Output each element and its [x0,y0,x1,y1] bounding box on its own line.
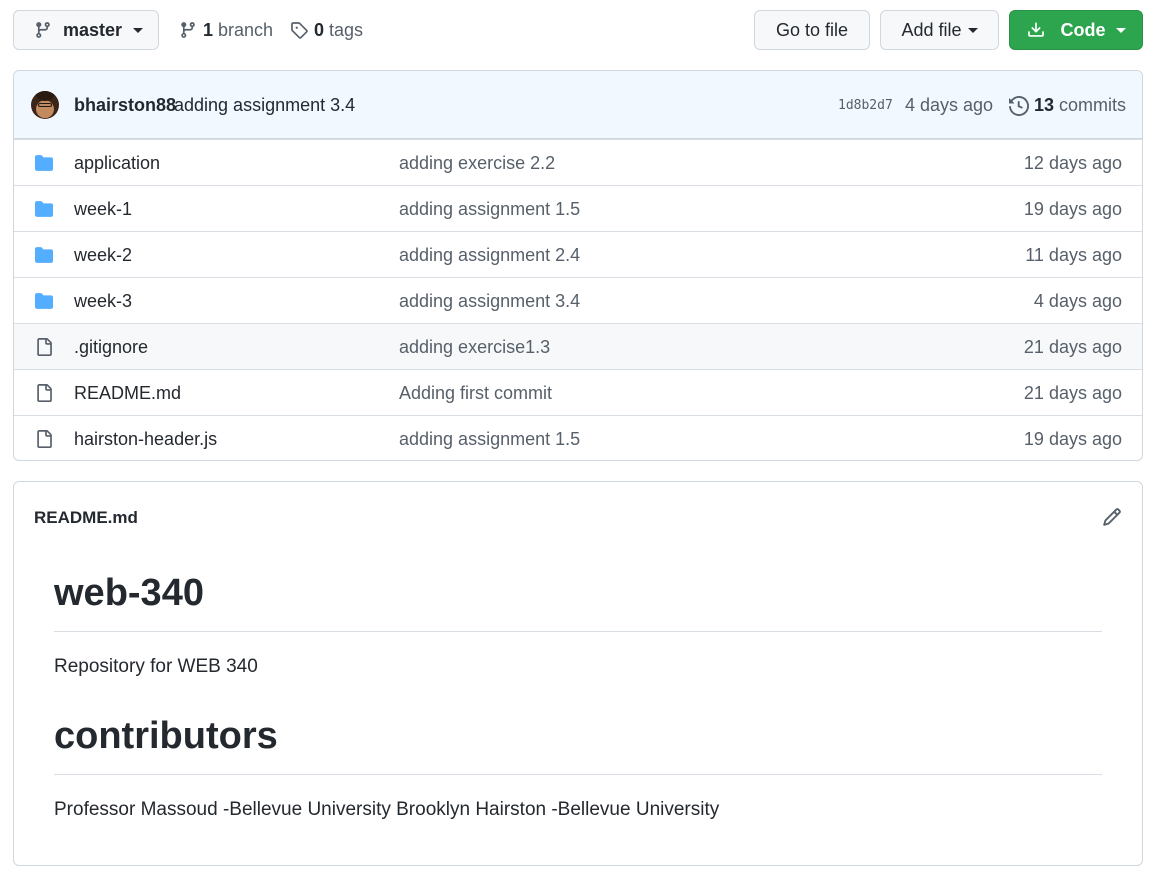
file-list: bhairston88 adding assignment 3.4 1d8b2d… [13,70,1143,461]
contributors-text: Professor Massoud -Bellevue University B… [54,799,720,820]
file-row[interactable]: week-1 adding assignment 1.5 19 days ago [14,185,1142,231]
branch-select-button[interactable]: master [13,10,159,50]
readme-panel: README.md web-340 Repository for WEB 340… [13,481,1143,866]
history-icon [1009,95,1029,116]
file-commit-age: 21 days ago [1023,383,1122,403]
readme-title: web-340 [54,572,204,614]
file-name-link[interactable]: hairston-header.js [74,429,217,450]
download-icon [1027,22,1044,37]
add-file-button[interactable]: Add file [880,10,999,50]
file-row[interactable]: week-3 adding assignment 3.4 4 days ago [14,277,1142,323]
heading-divider [54,631,1102,632]
repo-toolbar: master 1 branch 0 tags Go to file Add fi… [13,10,1143,50]
folder-icon [35,247,53,263]
tag-count-label: tags [329,19,364,40]
folder-icon [35,155,53,171]
tag-icon [291,22,308,39]
chevron-down-icon [1115,27,1126,33]
git-branch-icon [36,22,50,38]
file-commit-message-link[interactable]: adding assignment 3.4 [399,291,580,312]
commit-count: 13 [1034,95,1055,115]
file-name-link[interactable]: application [74,153,160,174]
file-commit-age: 19 days ago [1023,429,1122,449]
file-commit-message-link[interactable]: Adding first commit [399,383,552,404]
branch-select-label: master [63,19,123,40]
file-row[interactable]: README.md Adding first commit 21 days ag… [14,369,1142,415]
file-commit-message-link[interactable]: adding exercise 2.2 [399,153,555,174]
tag-count: 0 [314,19,325,40]
commit-count-label: commits [1059,95,1127,115]
readme-description: Repository for WEB 340 [54,656,258,677]
file-commit-message-link[interactable]: adding assignment 1.5 [399,199,580,220]
file-row[interactable]: application adding exercise 2.2 12 days … [14,139,1142,185]
branch-count-label: branch [218,19,274,40]
commit-message-link[interactable]: adding assignment 3.4 [174,95,355,116]
branch-count: 1 [203,19,214,40]
git-branch-icon [181,22,195,38]
folder-icon [35,201,53,217]
file-row[interactable]: .gitignore adding exercise1.3 21 days ag… [14,323,1142,369]
latest-commit-bar: bhairston88 adding assignment 3.4 1d8b2d… [14,71,1142,139]
contributors-heading: contributors [54,715,278,757]
file-commit-age: 4 days ago [1033,291,1122,311]
file-name-link[interactable]: README.md [74,383,181,404]
file-commit-message-link[interactable]: adding exercise1.3 [399,337,550,358]
file-commit-age: 12 days ago [1023,153,1122,173]
file-icon [37,430,52,448]
file-commit-age: 21 days ago [1023,337,1122,357]
add-file-label: Add file [901,19,962,40]
file-commit-age: 19 days ago [1023,199,1122,219]
file-name-link[interactable]: week-2 [74,245,132,266]
code-button[interactable]: Code [1009,10,1143,50]
avatar[interactable] [31,91,59,119]
file-icon [37,338,52,356]
file-row[interactable]: week-2 adding assignment 2.4 11 days ago [14,231,1142,277]
chevron-down-icon [133,27,144,33]
commits-history-link[interactable]: 13 commits [1009,95,1126,116]
file-commit-message-link[interactable]: adding assignment 1.5 [399,429,580,450]
file-icon [37,384,52,402]
branches-link[interactable]: 1 branch [179,10,273,50]
readme-filename: README.md [34,508,138,527]
chevron-down-icon [967,27,978,33]
file-name-link[interactable]: week-1 [74,199,132,220]
folder-icon [35,293,53,309]
commit-age: 4 days ago [905,95,994,115]
file-commit-age: 11 days ago [1025,245,1122,265]
file-name-link[interactable]: week-3 [74,291,132,312]
commit-author-link[interactable]: bhairston88 [74,95,176,116]
pencil-icon[interactable] [1102,507,1122,527]
file-commit-message-link[interactable]: adding assignment 2.4 [399,245,580,266]
code-button-label: Code [1060,19,1106,40]
file-name-link[interactable]: .gitignore [74,337,148,358]
heading-divider [54,774,1102,775]
tags-link[interactable]: 0 tags [290,10,363,50]
commit-sha-link[interactable]: 1d8b2d7 [838,98,893,113]
file-row[interactable]: hairston-header.js adding assignment 1.5… [14,415,1142,460]
go-to-file-button[interactable]: Go to file [754,10,870,50]
